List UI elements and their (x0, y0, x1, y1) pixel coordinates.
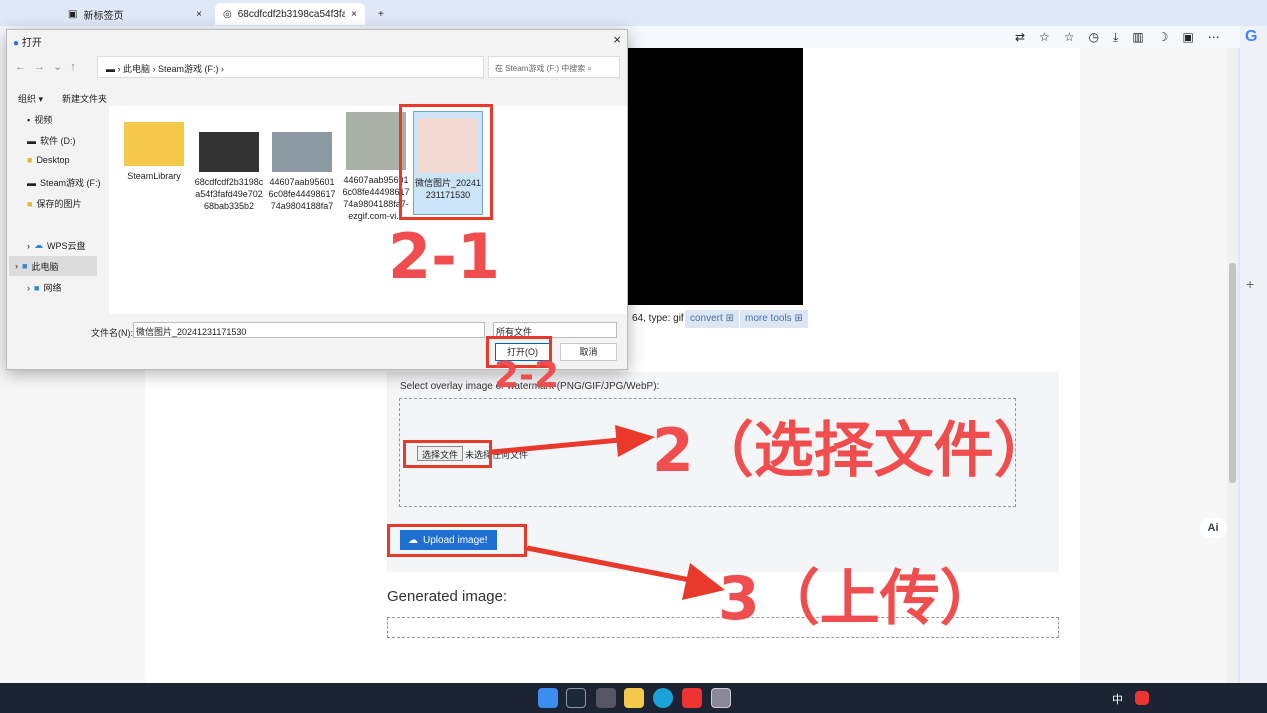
steam-icon[interactable] (566, 688, 586, 708)
edge-icon[interactable] (653, 688, 673, 708)
file-explorer-icon[interactable] (624, 688, 644, 708)
arrowhead (615, 425, 655, 457)
arrowhead (682, 563, 725, 600)
arrow (491, 437, 621, 455)
chrome-icon[interactable] (711, 688, 731, 708)
start-icon[interactable] (538, 688, 558, 708)
settings-icon[interactable] (596, 688, 616, 708)
annotation-arrows (491, 425, 725, 600)
arrow (526, 545, 691, 583)
wps-icon[interactable] (682, 688, 702, 708)
sogou-icon[interactable] (1135, 691, 1149, 705)
ime-indicator[interactable]: 中 (1112, 691, 1123, 707)
